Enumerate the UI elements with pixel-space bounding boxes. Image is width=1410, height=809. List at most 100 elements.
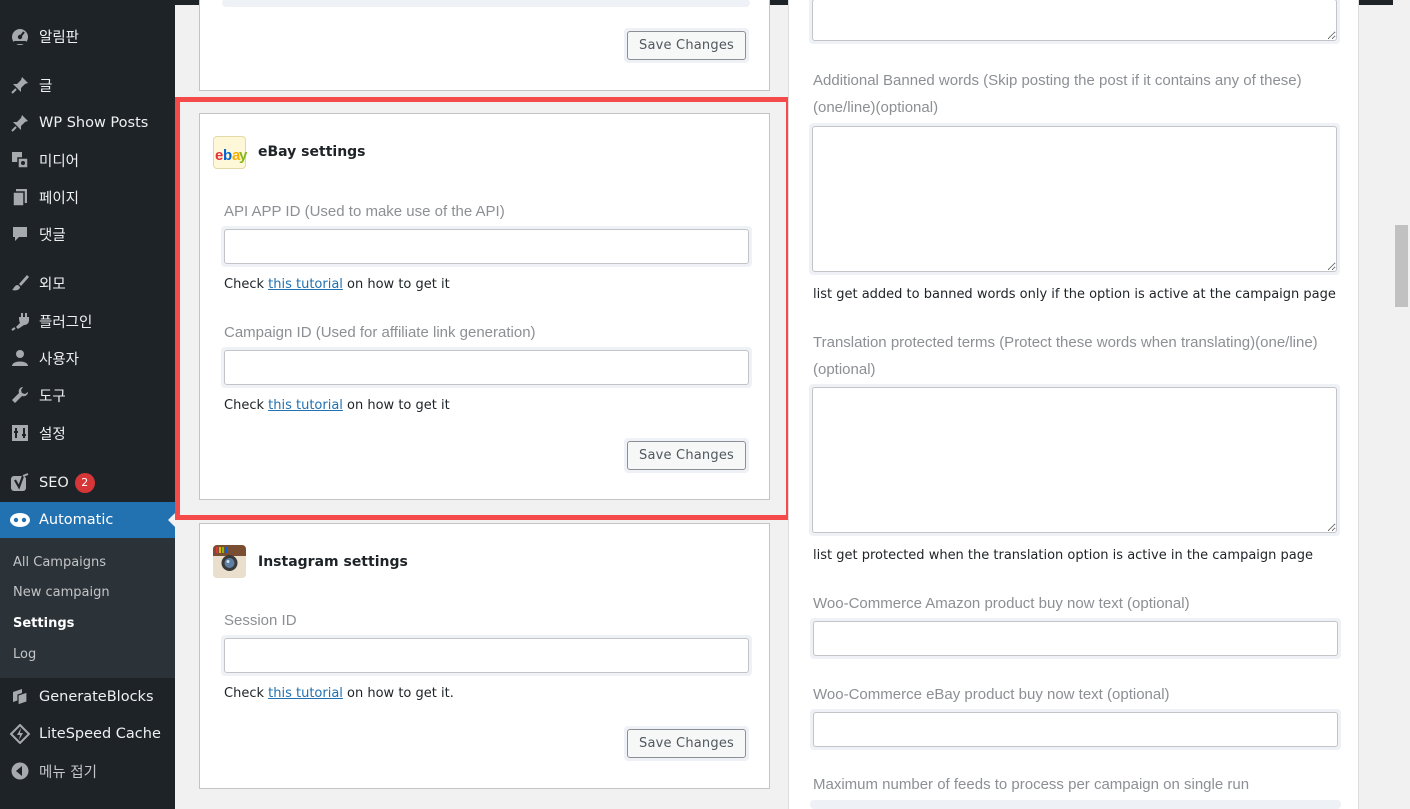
woo-ebay-input[interactable] [813, 712, 1338, 747]
sidebar-item-label: 알림판 [39, 29, 80, 46]
litespeed-icon [9, 723, 31, 745]
sidebar-item-label: GenerateBlocks [39, 689, 154, 705]
translation-terms-label-line1: Translation protected terms (Protect the… [813, 334, 1318, 351]
session-id-label: Session ID [224, 612, 297, 629]
submenu-item-new-campaign[interactable]: New campaign [13, 585, 110, 600]
scrollbar-thumb[interactable] [1395, 225, 1408, 307]
page-icon [9, 186, 31, 208]
help-suffix: on how to get it [342, 398, 450, 413]
woo-ebay-wrap [810, 709, 1341, 750]
translation-terms-label: Translation protected terms (Protect the… [813, 329, 1318, 383]
woo-amazon-wrap [810, 618, 1341, 659]
sidebar-item-label: WP Show Posts [39, 115, 149, 131]
max-feeds-wrap [810, 800, 1341, 809]
save-button-wrap: Save Changes [624, 28, 749, 63]
campaign-id-label: Campaign ID (Used for affiliate link gen… [224, 324, 536, 341]
sidebar-item-users[interactable]: 사용자 [0, 340, 175, 376]
automatic-icon [9, 509, 31, 531]
help-prefix: Check [224, 277, 269, 292]
woo-amazon-input[interactable] [813, 621, 1338, 656]
svg-text:b: b [223, 147, 232, 164]
settings-icon [9, 422, 31, 444]
submenu-item-all-campaigns[interactable]: All Campaigns [13, 555, 106, 570]
sidebar-item-label: 페이지 [39, 190, 80, 207]
translation-terms-wrap [809, 384, 1340, 536]
sidebar-item-appearance[interactable]: 외모 [0, 265, 175, 301]
sidebar-item-label: 댓글 [39, 227, 66, 244]
banned-words-textarea[interactable] [812, 126, 1337, 272]
session-id-input[interactable] [224, 638, 749, 673]
campaign-id-wrap [221, 347, 752, 388]
instagram-settings-title: Instagram settings [258, 554, 408, 570]
sidebar-item-tools[interactable]: 도구 [0, 377, 175, 413]
tutorial-link[interactable]: this tutorial [268, 686, 343, 701]
sidebar-item-label: 미디어 [39, 153, 80, 170]
save-changes-button-top[interactable]: Save Changes [627, 31, 746, 60]
session-help-text: Check this tutorial on how to get it. [224, 686, 454, 701]
sidebar-item-label: SEO 2 [39, 473, 95, 493]
banned-words-label: Additional Banned words (Skip posting th… [813, 67, 1302, 121]
translation-terms-help: list get protected when the translation … [813, 548, 1313, 563]
previous-textarea[interactable] [812, 0, 1337, 41]
sidebar-item-label: 메뉴 접기 [39, 764, 97, 781]
api-app-id-label: API APP ID (Used to make use of the API) [224, 203, 505, 220]
ebay-logo-icon: e b a y [213, 136, 248, 169]
plugin-icon [9, 310, 31, 332]
help-prefix: Check [224, 398, 269, 413]
api-app-id-input[interactable] [224, 229, 749, 264]
help-prefix: Check [224, 686, 269, 701]
banned-words-label-line2: (one/line)(optional) [813, 99, 939, 116]
session-id-wrap [221, 635, 752, 676]
wrench-icon [9, 384, 31, 406]
previous-input-wrap [222, 0, 750, 7]
save-changes-button-ebay[interactable]: Save Changes [627, 441, 746, 470]
ebay-settings-title: eBay settings [258, 144, 366, 160]
save-changes-button-instagram[interactable]: Save Changes [627, 729, 746, 758]
woo-amazon-label: Woo-Commerce Amazon product buy now text… [813, 595, 1190, 612]
svg-text:y: y [239, 147, 247, 164]
sidebar-item-pages[interactable]: 페이지 [0, 179, 175, 215]
sidebar-item-label: 플러그인 [39, 314, 93, 331]
api-app-id-wrap [221, 226, 752, 267]
sidebar-item-dashboard[interactable]: 알림판 [0, 18, 175, 54]
user-icon [9, 347, 31, 369]
help-suffix: on how to get it [342, 277, 450, 292]
sidebar-item-media[interactable]: 미디어 [0, 142, 175, 178]
page-scrollbar[interactable] [1393, 0, 1410, 809]
sidebar-item-automatic[interactable]: Automatic [0, 502, 175, 538]
sidebar-item-seo[interactable]: SEO 2 [0, 465, 175, 501]
sidebar-item-label: 사용자 [39, 351, 80, 368]
sidebar-item-wp-show-posts[interactable]: WP Show Posts [0, 105, 175, 141]
instagram-logo-icon [213, 545, 246, 578]
submenu-item-log[interactable]: Log [13, 647, 36, 662]
yoast-icon [9, 472, 31, 494]
dashboard-icon [9, 25, 31, 47]
previous-textarea-wrap [809, 0, 1340, 44]
save-button-wrap: Save Changes [624, 726, 749, 761]
campaign-help-text: Check this tutorial on how to get it [224, 398, 450, 413]
media-icon [9, 149, 31, 171]
pin-icon [9, 112, 31, 134]
sidebar-item-generateblocks[interactable]: GenerateBlocks [0, 679, 175, 715]
tutorial-link[interactable]: this tutorial [268, 398, 343, 413]
submenu-item-settings[interactable]: Settings [13, 616, 74, 631]
pin-icon [9, 74, 31, 96]
banned-words-label-line1: Additional Banned words (Skip posting th… [813, 72, 1302, 89]
sidebar-item-label: 설정 [39, 426, 66, 443]
campaign-id-input[interactable] [224, 350, 749, 385]
banned-words-help: list get added to banned words only if t… [813, 287, 1336, 302]
help-suffix: on how to get it. [342, 686, 454, 701]
tutorial-link[interactable]: this tutorial [268, 277, 343, 292]
brush-icon [9, 272, 31, 294]
sidebar-item-plugins[interactable]: 플러그인 [0, 303, 175, 339]
sidebar-item-label: 글 [39, 78, 53, 95]
collapse-menu-button[interactable]: 메뉴 접기 [0, 753, 175, 789]
sidebar-item-settings[interactable]: 설정 [0, 415, 175, 451]
translation-terms-textarea[interactable] [812, 387, 1337, 533]
notification-badge: 2 [74, 473, 95, 493]
translation-terms-label-line2: (optional) [813, 361, 876, 378]
woo-ebay-label: Woo-Commerce eBay product buy now text (… [813, 686, 1170, 703]
sidebar-item-posts[interactable]: 글 [0, 67, 175, 103]
sidebar-item-comments[interactable]: 댓글 [0, 216, 175, 252]
sidebar-item-litespeed-cache[interactable]: LiteSpeed Cache [0, 716, 175, 752]
